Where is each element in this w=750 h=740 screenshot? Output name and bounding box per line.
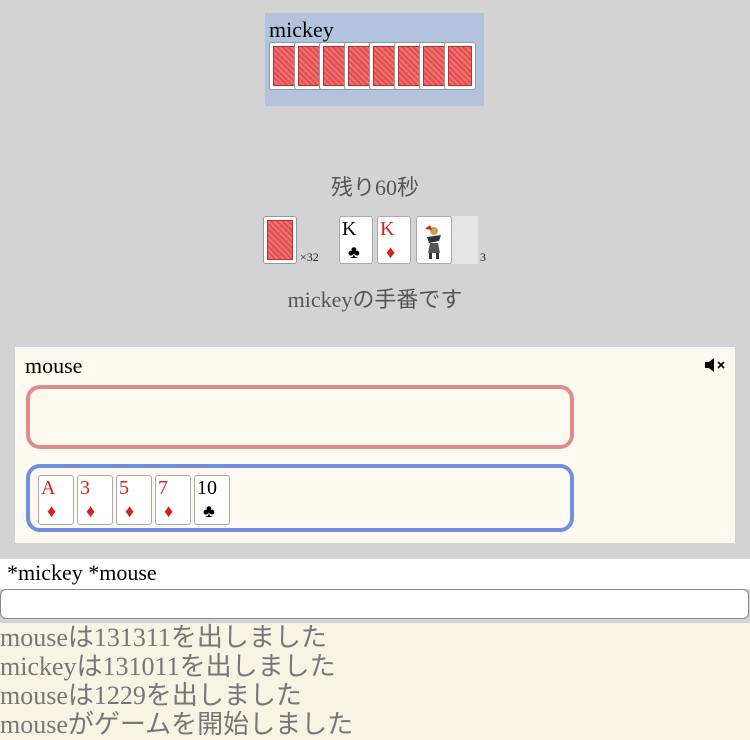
hand-zone: A ♦ 3 ♦ 5 ♦ 7 ♦ 10 ♣ [26, 464, 574, 532]
card-suit: ♣ [203, 501, 215, 521]
deck-pile[interactable] [263, 216, 297, 264]
playing-card: K ♦ [377, 216, 411, 264]
log-entry: mouseがゲームを開始しました [0, 710, 354, 739]
opponent-name: mickey [269, 17, 334, 42]
card-suit: ♦ [47, 501, 57, 521]
card-suit: ♦ [86, 501, 96, 521]
card-suit: ♦ [125, 501, 135, 521]
card-rank: 3 [80, 477, 90, 499]
play-zone[interactable] [26, 385, 574, 449]
log-entry: mouseは1229を出しました [0, 681, 302, 710]
opponent-area: mickey [265, 13, 484, 106]
log-entry: mouseは131311を出しました [0, 623, 327, 652]
card-rank: 7 [158, 477, 168, 499]
turn-text: mickeyの手番です [287, 287, 463, 312]
player-panel: mouse A ♦ 3 ♦ 5 ♦ 7 ♦ 10 ♣ [15, 347, 735, 543]
timer-text: 残り60秒 [330, 175, 419, 200]
card-suit: ♦ [386, 242, 396, 262]
card-rank: K [342, 218, 357, 240]
opponent-card-back [444, 42, 476, 90]
card-suit: ♣ [348, 242, 360, 262]
playing-card[interactable]: 5 ♦ [116, 475, 152, 525]
player-name: mouse [25, 353, 83, 378]
mute-icon[interactable] [703, 355, 727, 375]
discard-slot [452, 216, 478, 264]
playing-card: K ♣ [339, 216, 373, 264]
playing-card[interactable]: A ♦ [38, 475, 74, 525]
log-entry: mickeyは131011を出しました [0, 652, 336, 681]
game-log: mouseは131311を出しました mickeyは131011を出しました mou… [0, 623, 750, 740]
discard-count: 3 [480, 250, 486, 264]
field-area: ×32 K ♣ K ♦ 3 [263, 216, 493, 266]
card-rank: K [380, 218, 395, 240]
joker-card [416, 216, 452, 264]
card-rank: 10 [197, 477, 217, 499]
chat-input[interactable] [0, 589, 749, 619]
playing-card[interactable]: 3 ♦ [77, 475, 113, 525]
playing-card[interactable]: 7 ♦ [155, 475, 191, 525]
players-list: *mickey *mouse [0, 559, 750, 589]
card-rank: 5 [119, 477, 129, 499]
playing-card[interactable]: 10 ♣ [194, 475, 230, 525]
deck-count: ×32 [300, 250, 319, 264]
card-suit: ♦ [164, 501, 174, 521]
card-rank: A [41, 477, 56, 499]
